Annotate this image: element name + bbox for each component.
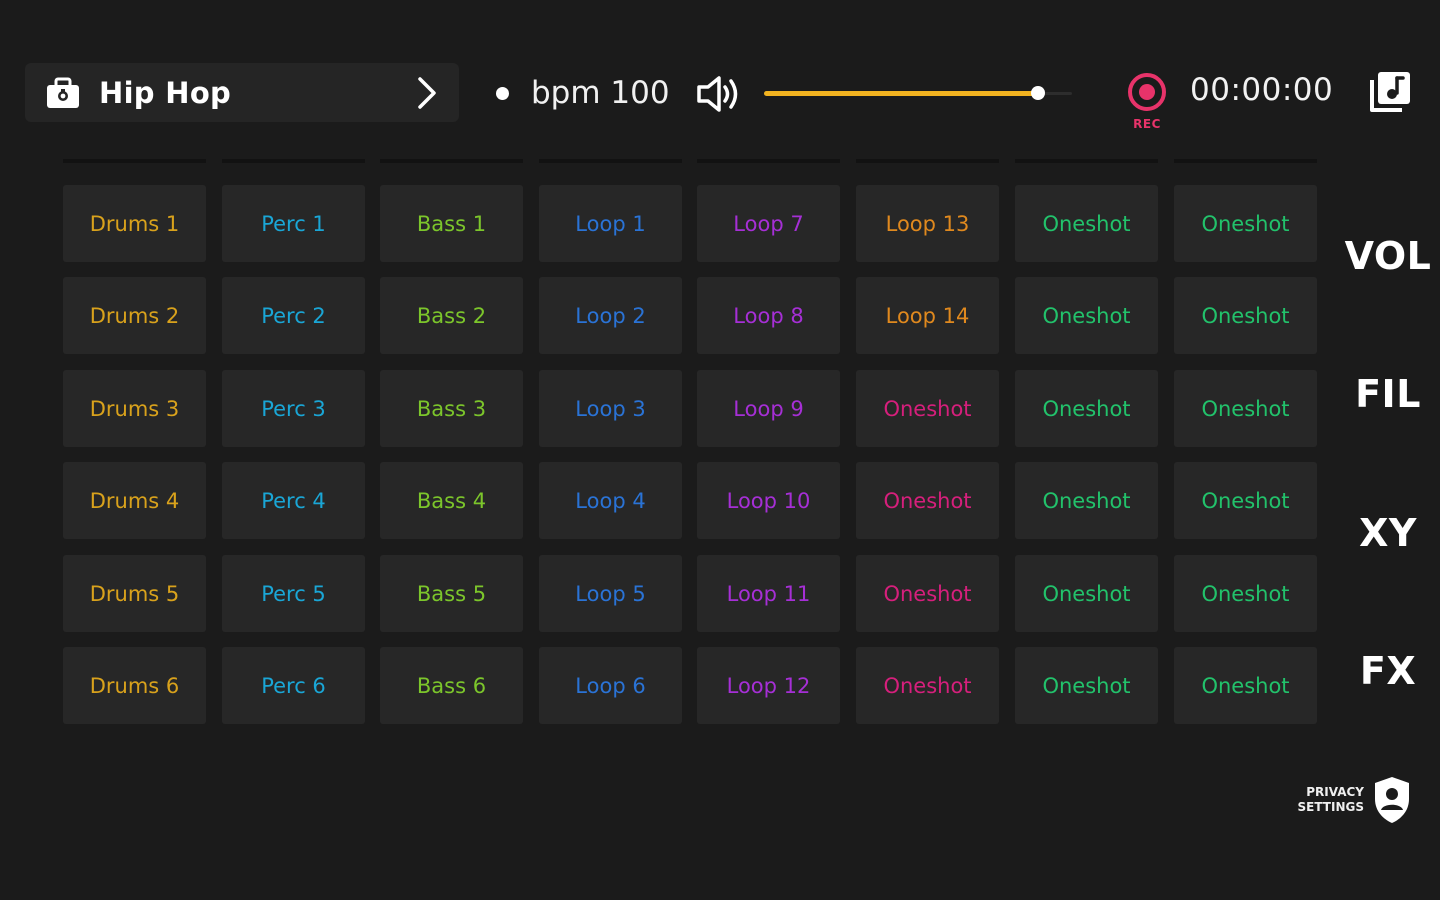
pad-button[interactable]: Bass 1 [380, 185, 523, 262]
pad-button[interactable]: Oneshot [1015, 647, 1158, 724]
column-indicator-7 [1015, 159, 1158, 163]
pad-button[interactable]: Bass 5 [380, 555, 523, 632]
side-menu-vol[interactable]: VOL [1340, 234, 1436, 278]
pad-button[interactable]: Oneshot [1174, 185, 1317, 262]
bpm-indicator-dot [496, 86, 509, 100]
side-menu-xy[interactable]: XY [1340, 511, 1436, 555]
pad-button[interactable]: Loop 12 [697, 647, 840, 724]
pad-button[interactable]: Oneshot [1174, 277, 1317, 354]
pad-button[interactable]: Loop 7 [697, 185, 840, 262]
pad-button[interactable]: Oneshot [1174, 647, 1317, 724]
pad-button[interactable]: Drums 2 [63, 277, 206, 354]
pad-button[interactable]: Bass 3 [380, 370, 523, 447]
pad-button[interactable]: Oneshot [1015, 185, 1158, 262]
pad-button[interactable]: Oneshot [1015, 462, 1158, 539]
music-library-icon[interactable] [1366, 68, 1414, 116]
volume-slider-thumb[interactable] [1031, 86, 1046, 100]
privacy-settings-label: PRIVACY SETTINGS [1286, 785, 1365, 815]
pad-button[interactable]: Loop 3 [539, 370, 682, 447]
column-indicator-8 [1174, 159, 1317, 163]
shield-user-icon [1372, 775, 1412, 825]
column-indicator-6 [856, 159, 999, 163]
sound-kit-icon [43, 73, 83, 113]
pad-button[interactable]: Loop 4 [539, 462, 682, 539]
side-menu-fil[interactable]: FIL [1340, 372, 1436, 416]
bpm-control[interactable]: bpm 100 [496, 70, 670, 116]
privacy-line-2: SETTINGS [1297, 800, 1365, 814]
privacy-line-1: PRIVACY [1306, 785, 1364, 799]
pad-button[interactable]: Drums 5 [63, 555, 206, 632]
record-button[interactable]: REC [1124, 70, 1170, 134]
pad-button[interactable]: Drums 6 [63, 647, 206, 724]
volume-slider[interactable] [764, 80, 1072, 106]
column-indicator-2 [222, 159, 365, 163]
pad-button[interactable]: Loop 8 [697, 277, 840, 354]
column-indicator-3 [380, 159, 523, 163]
pad-button[interactable]: Loop 1 [539, 185, 682, 262]
pad-button[interactable]: Perc 4 [222, 462, 365, 539]
pad-button[interactable]: Loop 14 [856, 277, 999, 354]
pad-button[interactable]: Loop 13 [856, 185, 999, 262]
pad-button[interactable]: Perc 3 [222, 370, 365, 447]
speaker-volume-icon[interactable] [694, 72, 744, 116]
pad-button[interactable]: Oneshot [1015, 370, 1158, 447]
record-label: REC [1133, 117, 1161, 131]
pad-button[interactable]: Oneshot [856, 647, 999, 724]
column-indicator-4 [539, 159, 682, 163]
pad-button[interactable]: Oneshot [856, 555, 999, 632]
pad-button[interactable]: Loop 9 [697, 370, 840, 447]
bpm-label: bpm 100 [531, 75, 670, 111]
pad-button[interactable]: Loop 10 [697, 462, 840, 539]
pad-button[interactable]: Bass 2 [380, 277, 523, 354]
pad-button[interactable]: Loop 2 [539, 277, 682, 354]
beat-pad-app: Hip Hop bpm 100 REC 00:00:00 Drums 1 Per… [0, 0, 1440, 900]
pad-button[interactable]: Perc 6 [222, 647, 365, 724]
pad-button[interactable]: Loop 5 [539, 555, 682, 632]
recording-timer: 00:00:00 [1190, 72, 1334, 108]
pad-button[interactable]: Oneshot [1174, 370, 1317, 447]
column-indicator-5 [697, 159, 840, 163]
side-menu-fx[interactable]: FX [1340, 649, 1436, 693]
kit-name: Hip Hop [99, 75, 232, 110]
pad-button[interactable]: Perc 1 [222, 185, 365, 262]
privacy-settings-button[interactable]: PRIVACY SETTINGS [1286, 772, 1416, 828]
pad-button[interactable]: Loop 11 [697, 555, 840, 632]
pad-button[interactable]: Drums 4 [63, 462, 206, 539]
pad-button[interactable]: Oneshot [1015, 555, 1158, 632]
kit-selector-button[interactable]: Hip Hop [25, 63, 459, 122]
pad-button[interactable]: Perc 2 [222, 277, 365, 354]
pad-button[interactable]: Drums 1 [63, 185, 206, 262]
pad-button[interactable]: Bass 6 [380, 647, 523, 724]
pad-button[interactable]: Loop 6 [539, 647, 682, 724]
chevron-right-icon [413, 73, 441, 113]
pad-button[interactable]: Bass 4 [380, 462, 523, 539]
column-indicator-1 [63, 159, 206, 163]
pad-button[interactable]: Drums 3 [63, 370, 206, 447]
pad-button[interactable]: Oneshot [1015, 277, 1158, 354]
record-icon [1127, 72, 1167, 112]
pad-button[interactable]: Oneshot [1174, 555, 1317, 632]
pad-button[interactable]: Perc 5 [222, 555, 365, 632]
pad-button[interactable]: Oneshot [856, 462, 999, 539]
volume-slider-fill [764, 91, 1039, 96]
pad-button[interactable]: Oneshot [1174, 462, 1317, 539]
pad-button[interactable]: Oneshot [856, 370, 999, 447]
